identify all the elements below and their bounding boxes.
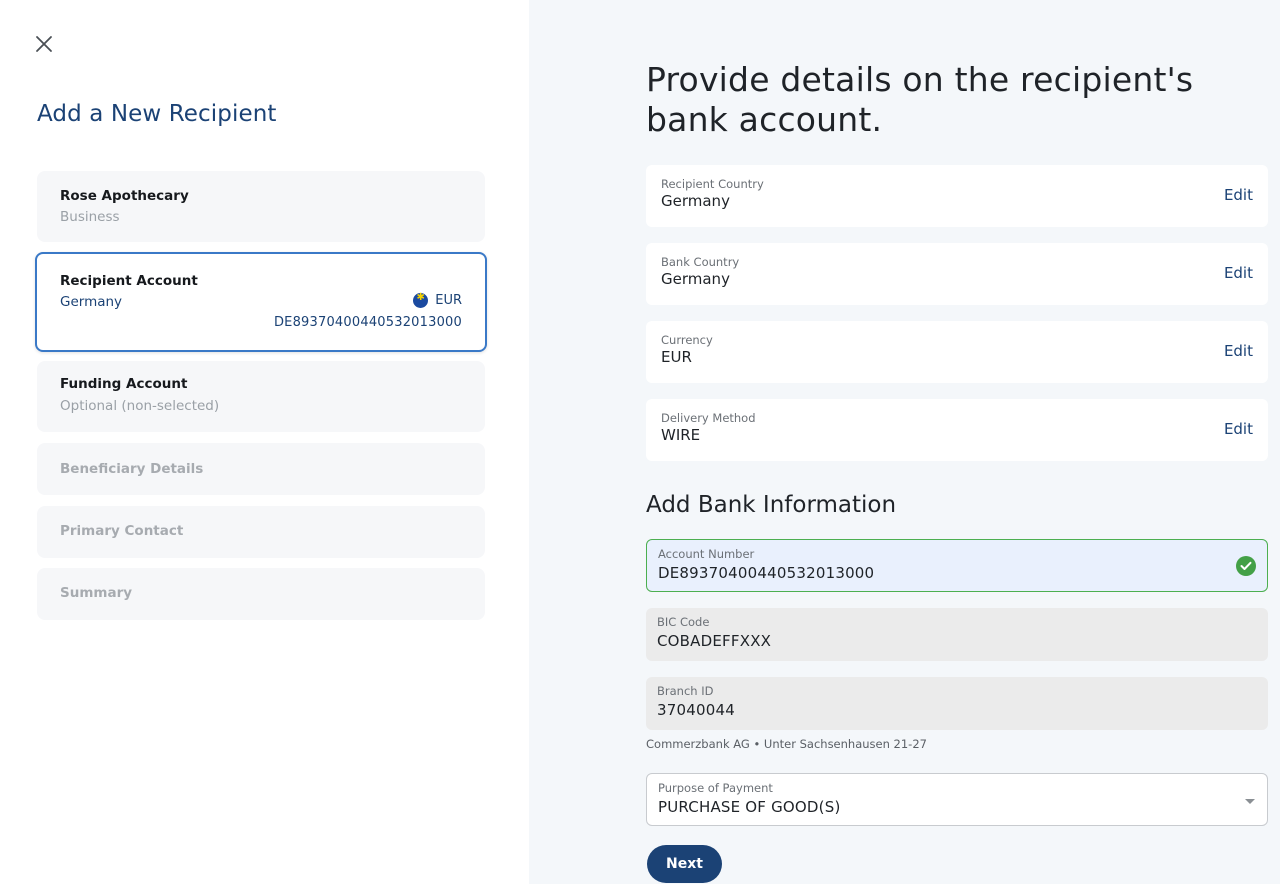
- field-label: Branch ID: [657, 684, 714, 698]
- bank-country-card: Bank Country Germany Edit: [646, 243, 1268, 305]
- step-recipient-account[interactable]: Recipient Account Germany EUR DE89370400…: [35, 252, 487, 352]
- eu-flag-icon: [413, 292, 429, 308]
- field-value: Germany: [661, 192, 730, 210]
- step-name: Funding Account: [60, 376, 188, 392]
- step-sub: Optional (non-selected): [60, 398, 220, 414]
- step-name: Rose Apothecary: [60, 188, 189, 204]
- edit-currency-link[interactable]: Edit: [1224, 342, 1253, 360]
- field-label: Recipient Country: [661, 177, 764, 191]
- step-summary: Summary: [37, 568, 485, 620]
- step-sub: Germany: [60, 294, 123, 310]
- purpose-value: PURCHASE OF GOOD(S): [658, 798, 841, 816]
- delivery-method-card: Delivery Method WIRE Edit: [646, 399, 1268, 461]
- recipient-country-card: Recipient Country Germany Edit: [646, 165, 1268, 227]
- step-funding-account[interactable]: Funding Account Optional (non-selected): [37, 361, 485, 432]
- bank-info-title: Add Bank Information: [646, 492, 897, 518]
- currency-display: EUR: [413, 292, 462, 308]
- chevron-down-icon: [1245, 799, 1255, 804]
- branch-id-value[interactable]: 37040044: [657, 701, 735, 719]
- step-name: Recipient Account: [60, 273, 198, 289]
- purpose-of-payment-select[interactable]: Purpose of Payment PURCHASE OF GOOD(S): [646, 773, 1268, 826]
- currency-code: EUR: [435, 293, 462, 308]
- step-name: Primary Contact: [60, 523, 184, 539]
- page-title: Add a New Recipient: [37, 101, 277, 127]
- check-circle-icon: [1236, 556, 1256, 576]
- close-icon[interactable]: [33, 33, 55, 55]
- account-number-field[interactable]: Account Number DE89370400440532013000: [646, 539, 1268, 592]
- edit-delivery-method-link[interactable]: Edit: [1224, 420, 1253, 438]
- field-label: Purpose of Payment: [658, 781, 773, 795]
- field-label: Delivery Method: [661, 411, 756, 425]
- step-name: Beneficiary Details: [60, 461, 204, 477]
- step-recipient-business[interactable]: Rose Apothecary Business: [37, 171, 485, 242]
- field-label: BIC Code: [657, 615, 710, 629]
- field-value: Germany: [661, 270, 730, 288]
- account-number-value[interactable]: DE89370400440532013000: [658, 564, 874, 582]
- edit-recipient-country-link[interactable]: Edit: [1224, 186, 1253, 204]
- currency-card: Currency EUR Edit: [646, 321, 1268, 383]
- step-beneficiary-details: Beneficiary Details: [37, 443, 485, 495]
- branch-id-field[interactable]: Branch ID 37040044: [646, 677, 1268, 730]
- field-label: Bank Country: [661, 255, 740, 269]
- form-heading: Provide details on the recipient's bank …: [646, 60, 1194, 139]
- account-iban: DE89370400440532013000: [273, 315, 462, 330]
- field-value: WIRE: [661, 426, 701, 444]
- field-value: EUR: [661, 348, 692, 366]
- field-label: Currency: [661, 333, 713, 347]
- field-label: Account Number: [658, 547, 755, 561]
- bic-code-value[interactable]: COBADEFFXXX: [657, 632, 771, 650]
- bank-address-note: Commerzbank AG • Unter Sachsenhausen 21-…: [646, 737, 927, 751]
- bic-code-field[interactable]: BIC Code COBADEFFXXX: [646, 608, 1268, 661]
- edit-bank-country-link[interactable]: Edit: [1224, 264, 1253, 282]
- step-primary-contact: Primary Contact: [37, 506, 485, 558]
- step-name: Summary: [60, 585, 133, 601]
- left-panel: Add a New Recipient Rose Apothecary Busi…: [0, 0, 529, 884]
- step-sub: Business: [60, 209, 120, 225]
- next-button[interactable]: Next: [647, 845, 722, 883]
